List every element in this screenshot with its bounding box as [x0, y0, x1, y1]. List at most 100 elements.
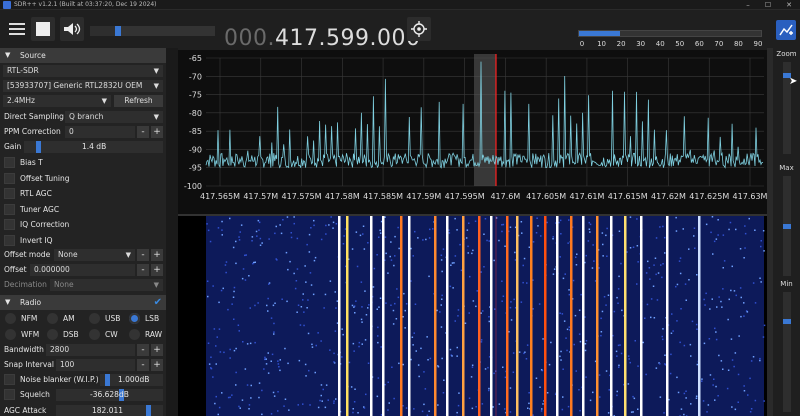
min-slider[interactable] [783, 292, 791, 412]
noise-blanker-knob[interactable] [105, 374, 110, 386]
waterfall-display[interactable] [178, 216, 770, 416]
offset-decrement-button[interactable]: - [137, 264, 149, 276]
noise-speck [492, 406, 494, 408]
noise-speck [248, 404, 251, 406]
squelch-checkbox[interactable] [4, 389, 15, 400]
device-select[interactable]: [53933707] Generic RTL2832U OEM ▼ [3, 80, 163, 92]
radio-button[interactable] [5, 313, 16, 324]
volume-slider[interactable] [90, 26, 215, 36]
sdrpp-logo-button[interactable] [776, 20, 796, 40]
ppm-increment-button[interactable]: + [151, 126, 163, 138]
radio-button[interactable] [129, 328, 140, 340]
noise-speck [280, 232, 283, 235]
max-knob[interactable] [783, 224, 791, 229]
maximize-button[interactable]: ☐ [760, 0, 776, 10]
gain-knob[interactable] [36, 141, 41, 153]
radio-button[interactable] [129, 313, 140, 324]
direct-sampling-select[interactable]: Q branch ▼ [65, 111, 163, 123]
snap-interval-increment-button[interactable]: + [151, 359, 163, 371]
checkmark-icon: ✔ [153, 297, 162, 308]
radio-button[interactable] [89, 328, 100, 340]
noise-speck [632, 246, 635, 248]
noise-speck [440, 304, 442, 306]
invert-iq-checkbox[interactable] [4, 234, 15, 246]
offset-mode-increment-button[interactable]: + [151, 249, 163, 261]
radio-button[interactable] [5, 328, 16, 340]
bandwidth-input[interactable]: 2800 [46, 344, 135, 356]
menu-button[interactable] [5, 17, 29, 41]
noise-speck [715, 238, 718, 240]
noise-speck [387, 381, 389, 383]
bias-t-checkbox[interactable] [4, 157, 15, 168]
x-tick-label: 417.61M [569, 192, 604, 201]
frequency-display[interactable]: 000.417.599.000 [224, 26, 420, 51]
signal-line [698, 216, 701, 416]
source-type-select[interactable]: RTL-SDR ▼ [3, 65, 163, 77]
noise-speck [277, 391, 279, 393]
noise-speck [754, 399, 757, 402]
noise-speck [559, 312, 561, 314]
iq-correction-checkbox[interactable] [4, 219, 15, 230]
radio-button[interactable] [47, 313, 58, 324]
decimation-select[interactable]: None ▼ [50, 279, 163, 291]
close-button[interactable]: ✕ [781, 0, 797, 10]
radio-button[interactable] [89, 313, 100, 324]
sidebar-splitter[interactable] [166, 48, 178, 416]
offset-mode-select[interactable]: None ▼ [54, 249, 135, 261]
minimize-button[interactable]: – [740, 0, 756, 10]
device-row: [53933707] Generic RTL2832U OEM ▼ [0, 78, 166, 93]
mode-label: LSB [145, 314, 160, 323]
volume-knob[interactable] [115, 26, 121, 36]
offset-mode-decrement-button[interactable]: - [137, 249, 149, 261]
bandwidth-decrement-button[interactable]: - [137, 344, 149, 356]
noise-speck [302, 403, 304, 405]
ppm-decrement-button[interactable]: - [137, 126, 149, 138]
offset-mode-label: Offset mode [4, 250, 51, 259]
noise-speck [637, 408, 639, 410]
noise-speck [393, 397, 395, 400]
noise-speck [327, 399, 329, 401]
rtl-agc-checkbox[interactable] [4, 188, 15, 199]
bandwidth-increment-button[interactable]: + [151, 344, 163, 356]
radio-button[interactable] [47, 328, 58, 340]
samplerate-select[interactable]: 2.4MHz ▼ [3, 95, 111, 107]
offset-tuning-checkbox[interactable] [4, 172, 15, 184]
center-tune-button[interactable] [407, 17, 431, 41]
offset-increment-button[interactable]: + [151, 264, 163, 276]
min-label: Min [780, 280, 793, 288]
noise-speck [752, 282, 755, 284]
noise-speck [333, 352, 335, 355]
spectrum-plot[interactable]: -65 -70 -75 -80 -85 -90 -95 -100417.565M 417.57M… [178, 50, 770, 216]
signal-line [596, 216, 599, 416]
agc-attack-knob[interactable] [146, 405, 151, 416]
noise-speck [540, 235, 542, 237]
noise-speck [578, 309, 581, 311]
noise-speck [238, 405, 240, 408]
refresh-button[interactable]: Refresh [114, 95, 163, 107]
stop-button[interactable] [31, 17, 55, 41]
noise-speck [675, 216, 677, 219]
snap-interval-input[interactable]: 100 [56, 359, 135, 371]
noise-speck [575, 370, 577, 372]
mute-button[interactable] [60, 17, 84, 41]
noise-speck [754, 302, 757, 304]
noise-speck [601, 310, 604, 313]
noise-speck [390, 304, 392, 306]
ppm-input[interactable]: 0 [65, 126, 135, 138]
noise-blanker-checkbox[interactable] [4, 374, 15, 385]
noise-blanker-row: Noise blanker (W.I.P.) 1.000dB [0, 372, 166, 387]
tuner-agc-checkbox[interactable] [4, 203, 15, 215]
offset-row: Offset 0.000000 - + [0, 262, 166, 277]
noise-speck [739, 287, 742, 289]
noise-speck [235, 347, 237, 350]
window-title: SDR++ v1.2.1 (Built at 03:37:20, Dec 19 … [14, 1, 157, 8]
offset-input[interactable]: 0.000000 [30, 264, 135, 276]
radio-header[interactable]: ▼ Radio ✔ [0, 295, 166, 310]
snap-interval-decrement-button[interactable]: - [137, 359, 149, 371]
crosshair-icon [411, 21, 427, 37]
source-header[interactable]: ▼ Source [0, 48, 166, 63]
min-knob[interactable] [783, 319, 791, 324]
noise-speck [267, 297, 269, 300]
noise-speck [474, 220, 477, 222]
vfo-band[interactable] [474, 54, 496, 186]
